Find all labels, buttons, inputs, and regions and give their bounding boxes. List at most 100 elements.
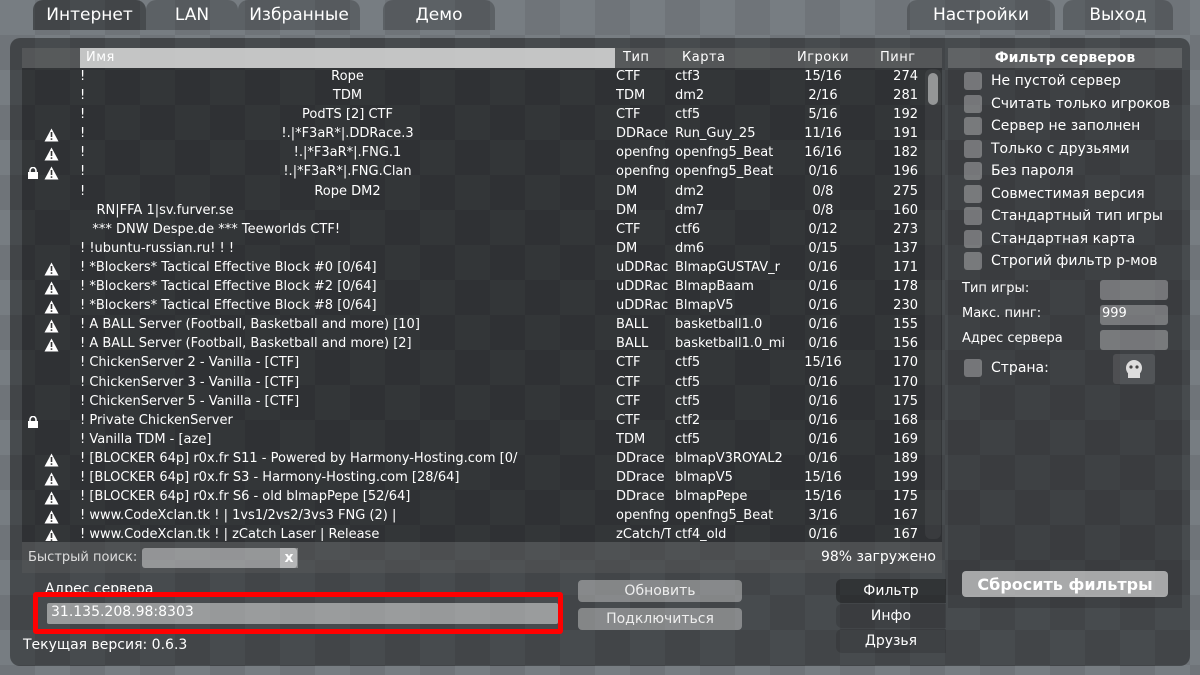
filter-checkbox[interactable]: Сервер не заполнен bbox=[964, 116, 1140, 136]
server-row[interactable]: ! www.CodeXclan.tk ! | 1vs1/2vs2/3vs3 FN… bbox=[22, 508, 927, 527]
server-players: 11/16 bbox=[804, 126, 842, 142]
server-row[interactable]: ! *Blockers* Tactical Effective Block #8… bbox=[22, 298, 927, 317]
server-type: DDrace bbox=[616, 450, 665, 466]
filter-checkbox-label: Считать только игроков bbox=[991, 95, 1171, 112]
server-row[interactable]: ! [BLOCKER 64p] r0x.fr S3 - Harmony-Host… bbox=[22, 470, 927, 489]
server-row[interactable]: ! Private ChickenServer CTF ctf2 0/16 168 bbox=[22, 413, 927, 432]
server-row[interactable]: ! A BALL Server (Football, Basketball an… bbox=[22, 336, 927, 355]
filter-checkbox[interactable]: Строгий фильтр р-мов bbox=[964, 251, 1157, 271]
server-type: zCatch/T bbox=[616, 527, 671, 541]
filter-checkbox[interactable]: Стандартный тип игры bbox=[964, 206, 1163, 226]
column-type[interactable]: Тип bbox=[623, 50, 649, 65]
server-ping: 170 bbox=[893, 355, 918, 371]
checkbox-box[interactable] bbox=[964, 184, 982, 203]
tab-info[interactable]: Инфо bbox=[836, 604, 946, 628]
reset-filters-button[interactable]: Сбросить фильтры bbox=[962, 571, 1168, 597]
server-row[interactable]: ! PodTS [2] CTF CTF ctf5 5/16 192 bbox=[22, 107, 927, 126]
checkbox-box[interactable] bbox=[964, 139, 982, 158]
country-flag-icon[interactable] bbox=[1113, 354, 1155, 384]
checkbox-box[interactable] bbox=[964, 94, 982, 113]
tab-settings[interactable]: Настройки bbox=[907, 0, 1055, 30]
server-row[interactable]: RN|FFA 1|sv.furver.se DM dm7 0/8 160 bbox=[22, 203, 927, 222]
search-clear-button[interactable]: x bbox=[280, 548, 298, 568]
filter-checkbox[interactable]: Только с друзьями bbox=[964, 139, 1130, 159]
max-ping-input[interactable]: 999 bbox=[1100, 305, 1168, 325]
filter-checkbox-label: Только с друзьями bbox=[991, 140, 1130, 157]
server-map: openfng5_Beat bbox=[675, 164, 774, 180]
tab-quit[interactable]: Выход bbox=[1063, 0, 1173, 30]
scrollbar-thumb[interactable] bbox=[928, 73, 938, 105]
server-row[interactable]: ! www.CodeXclan.tk ! | zCatch Laser | Re… bbox=[22, 527, 927, 541]
server-ping: 196 bbox=[893, 164, 918, 180]
server-rows: ! Rope CTF ctf3 15/16 274! TDM TDM dm2 2/16 281! Po… bbox=[22, 69, 927, 541]
server-name: ! ChickenServer 5 - Vanilla - [CTF] bbox=[80, 393, 300, 409]
server-row[interactable]: ! Vanilla TDM - [aze] TDM ctf5 0/16 169 bbox=[22, 432, 927, 451]
filter-checkbox[interactable]: Без пароля bbox=[964, 161, 1074, 181]
server-name: TDM bbox=[332, 88, 363, 104]
server-row[interactable]: ! Rope CTF ctf3 15/16 274 bbox=[22, 69, 927, 88]
server-address-filter-input[interactable] bbox=[1100, 330, 1168, 350]
column-players[interactable]: Игроки bbox=[797, 50, 849, 65]
server-ping: 137 bbox=[893, 240, 918, 256]
refresh-button[interactable]: Обновить bbox=[578, 580, 742, 602]
server-map: ctf2 bbox=[675, 412, 701, 428]
country-checkbox[interactable]: Страна: bbox=[964, 358, 1049, 378]
tab-filter[interactable]: Фильтр bbox=[836, 579, 946, 603]
server-row[interactable]: ! !ubuntu-russian.ru! ! ! DM dm6 0/15 137 bbox=[22, 241, 927, 260]
tab-internet[interactable]: Интернет bbox=[33, 0, 146, 30]
scrollbar[interactable] bbox=[925, 69, 941, 539]
tab-friends[interactable]: Друзья bbox=[836, 629, 946, 653]
filter-title: Фильтр серверов bbox=[948, 48, 1182, 68]
server-type: uDDRac bbox=[616, 259, 669, 275]
server-players: 2/16 bbox=[808, 88, 838, 104]
filter-checkbox[interactable]: Не пустой сервер bbox=[964, 71, 1121, 91]
connect-button[interactable]: Подключиться bbox=[578, 608, 742, 630]
filter-checkbox[interactable]: Считать только игроков bbox=[964, 94, 1170, 114]
game-type-input[interactable] bbox=[1100, 280, 1168, 300]
filter-checkbox-label: Сервер не заполнен bbox=[991, 118, 1141, 134]
server-row[interactable]: ! A BALL Server (Football, Basketball an… bbox=[22, 317, 927, 336]
checkbox-box[interactable] bbox=[964, 207, 982, 225]
server-type: BALL bbox=[616, 317, 649, 333]
server-type: CTF bbox=[616, 393, 641, 409]
game-type-label: Тип игры: bbox=[962, 281, 1030, 296]
filter-checkbox[interactable]: Совместимая версия bbox=[964, 184, 1145, 204]
server-players: 0/16 bbox=[808, 259, 838, 275]
server-map: ctf5 bbox=[675, 355, 701, 371]
server-players: 0/16 bbox=[808, 298, 838, 314]
server-row[interactable]: ! *Blockers* Tactical Effective Block #2… bbox=[22, 279, 927, 298]
column-ping[interactable]: Пинг bbox=[880, 50, 916, 65]
filter-checkbox[interactable]: Стандартная карта bbox=[964, 229, 1135, 249]
tab-demo[interactable]: Демо bbox=[383, 0, 495, 30]
tab-favorites[interactable]: Избранные bbox=[238, 0, 360, 30]
server-row[interactable]: ! ChickenServer 2 - Vanilla - [CTF] CTF ct… bbox=[22, 355, 927, 374]
server-row[interactable]: ! ChickenServer 3 - Vanilla - [CTF] CTF ct… bbox=[22, 375, 927, 394]
server-row[interactable]: ! !.|*F3aR*|.FNG.Clan openfng openfng5_Beat… bbox=[22, 164, 927, 183]
server-row[interactable]: *** DNW Despe.de *** Teeworlds CTF! CTF ct… bbox=[22, 222, 927, 241]
search-input[interactable] bbox=[142, 548, 297, 568]
server-row[interactable]: ! !.|*F3aR*|.FNG.1 openfng openfng5_Beat 16/… bbox=[22, 145, 927, 164]
server-row[interactable]: ! [BLOCKER 64p] r0x.fr S11 - Powered by … bbox=[22, 451, 927, 470]
address-input[interactable]: 31.135.208.98:8303 bbox=[47, 603, 558, 624]
server-name: !.|*F3aR*|.FNG.Clan bbox=[283, 164, 412, 180]
server-ping: 160 bbox=[893, 202, 918, 218]
server-map: openfng5_Beat bbox=[675, 145, 774, 161]
checkbox-box[interactable] bbox=[964, 162, 982, 180]
checkbox-box[interactable] bbox=[964, 117, 982, 135]
server-row[interactable]: ! ChickenServer 5 - Vanilla - [CTF] CTF ct… bbox=[22, 394, 927, 413]
server-name: ! *Blockers* Tactical Effective Block #8… bbox=[80, 298, 377, 314]
server-row[interactable]: ! !.|*F3aR*|.DDRace.3 DDRace Run_Guy_25 11/1… bbox=[22, 126, 927, 145]
column-name[interactable]: Имя bbox=[80, 48, 615, 68]
server-row[interactable]: ! TDM TDM dm2 2/16 281 bbox=[22, 88, 927, 107]
server-name: RN|FFA 1|sv.furver.se bbox=[80, 202, 234, 218]
column-map[interactable]: Карта bbox=[682, 50, 726, 65]
tab-lan[interactable]: LAN bbox=[146, 0, 238, 30]
checkbox-box[interactable] bbox=[964, 72, 982, 90]
server-row[interactable]: ! [BLOCKER 64p] r0x.fr S6 - old blmapPep… bbox=[22, 489, 927, 508]
checkbox-box[interactable] bbox=[964, 229, 982, 248]
server-map: ctf4_old bbox=[675, 527, 727, 541]
server-row[interactable]: ! Rope DM2 DM dm2 0/8 275 bbox=[22, 184, 927, 203]
server-row[interactable]: ! *Blockers* Tactical Effective Block #0… bbox=[22, 260, 927, 279]
server-players: 15/16 bbox=[804, 355, 842, 371]
checkbox-box[interactable] bbox=[964, 252, 982, 270]
